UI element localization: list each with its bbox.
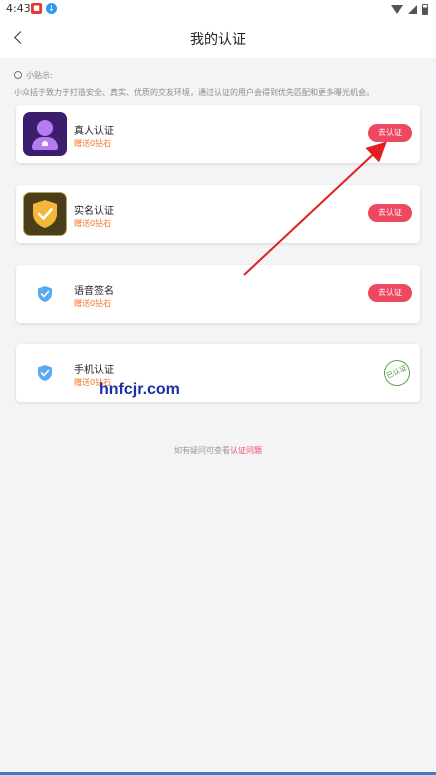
faq-link[interactable]: 认证问题 — [230, 446, 262, 455]
card-title: 真人认证 — [74, 126, 114, 137]
page-title: 我的认证 — [190, 32, 246, 48]
gold-shield-icon — [23, 192, 67, 236]
tip-label: 小贴示: — [26, 70, 53, 80]
tip-text: 小众括于致力于打造安全、真实、优质的交友环境，通过认证的用户会得到优先匹配和更多… — [14, 88, 374, 97]
card-real-name: 实名认证 赠送0钻石 去认证 — [16, 185, 420, 243]
notification-app-icon: ■ — [31, 3, 42, 14]
card-phone: 手机认证 赠送0钻石 已认证 — [16, 344, 420, 402]
card-reward: 赠送0钻石 — [74, 139, 112, 148]
status-time: 4:43 — [6, 2, 31, 15]
card-reward: 赠送0钻石 — [74, 219, 112, 228]
real-person-icon — [23, 112, 67, 156]
blue-shield-icon — [38, 365, 52, 381]
card-voice-signature: 语音签名 赠送0钻石 去认证 — [16, 265, 420, 323]
footer-note: 如有疑问可查看认证问题 — [0, 445, 436, 456]
download-icon: ↓ — [46, 3, 57, 14]
wifi-icon — [391, 4, 403, 14]
verify-button-voice[interactable]: 去认证 — [368, 284, 412, 302]
verify-button-real-person[interactable]: 去认证 — [368, 124, 412, 142]
battery-icon — [422, 3, 428, 15]
tip-header: 小贴示: — [14, 69, 53, 81]
footer-prefix: 如有疑问可查看 — [174, 446, 230, 455]
blue-shield-icon — [38, 286, 52, 302]
header: 我的认证 — [0, 18, 436, 58]
card-title: 语音签名 — [74, 286, 114, 297]
status-bar: 4:43 ■ ↓ — [0, 0, 436, 18]
card-reward: 赠送0钻石 — [74, 299, 112, 308]
card-title: 手机认证 — [74, 365, 114, 376]
card-real-person: 真人认证 赠送0钻石 去认证 — [16, 105, 420, 163]
status-icons — [391, 3, 428, 15]
verify-button-real-name[interactable]: 去认证 — [368, 204, 412, 222]
card-title: 实名认证 — [74, 206, 114, 217]
verified-stamp: 已认证 — [379, 355, 415, 391]
tip-bulb-icon — [14, 71, 22, 79]
watermark-text: hnfcjr.com — [99, 381, 180, 398]
signal-icon — [408, 4, 417, 14]
